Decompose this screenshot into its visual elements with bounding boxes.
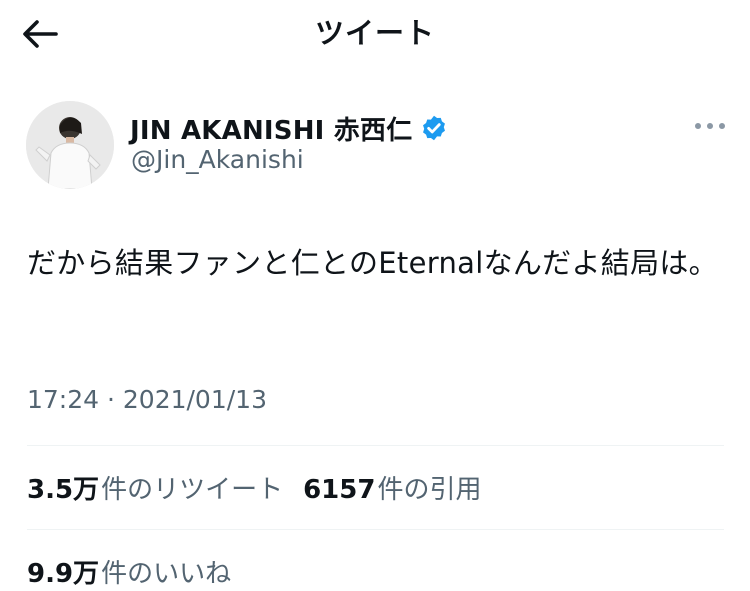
retweets-label: 件のリツイート bbox=[101, 474, 284, 505]
quotes-count: 6157 bbox=[303, 474, 376, 505]
divider bbox=[27, 529, 724, 530]
page-title: ツイート bbox=[314, 16, 435, 50]
quotes-label: 件の引用 bbox=[377, 474, 482, 505]
retweet-quote-stats: 3.5万 件のリツイート 6157 件の引用 bbox=[27, 467, 481, 507]
quotes-stat[interactable]: 6157 件の引用 bbox=[303, 469, 481, 506]
retweets-count: 3.5万 bbox=[27, 474, 100, 505]
profile-photo-icon bbox=[26, 101, 114, 189]
likes-count: 9.9万 bbox=[27, 558, 100, 589]
more-button[interactable] bbox=[690, 111, 730, 141]
display-name[interactable]: JIN AKANISHI 赤西仁 bbox=[130, 110, 412, 147]
likes-label: 件のいいね bbox=[101, 558, 232, 589]
author-name-row[interactable]: JIN AKANISHI 赤西仁 bbox=[130, 108, 448, 148]
verified-badge-icon bbox=[423, 115, 446, 141]
likes-stat[interactable]: 9.9万 件のいいね bbox=[27, 553, 231, 590]
avatar[interactable] bbox=[26, 101, 114, 189]
retweets-stat[interactable]: 3.5万 件のリツイート bbox=[27, 469, 283, 506]
tweet-timestamp[interactable]: 17:24 · 2021/01/13 bbox=[27, 385, 267, 414]
top-bar: ツイート bbox=[0, 0, 750, 70]
author-handle[interactable]: @Jin_Akanishi bbox=[131, 145, 304, 174]
more-horizontal-icon bbox=[695, 123, 725, 129]
likes-stats: 9.9万 件のいいね bbox=[27, 551, 231, 591]
tweet-text: だから結果ファンと仁とのEternalなんだよ結局は。 bbox=[27, 246, 718, 280]
divider bbox=[27, 445, 724, 446]
